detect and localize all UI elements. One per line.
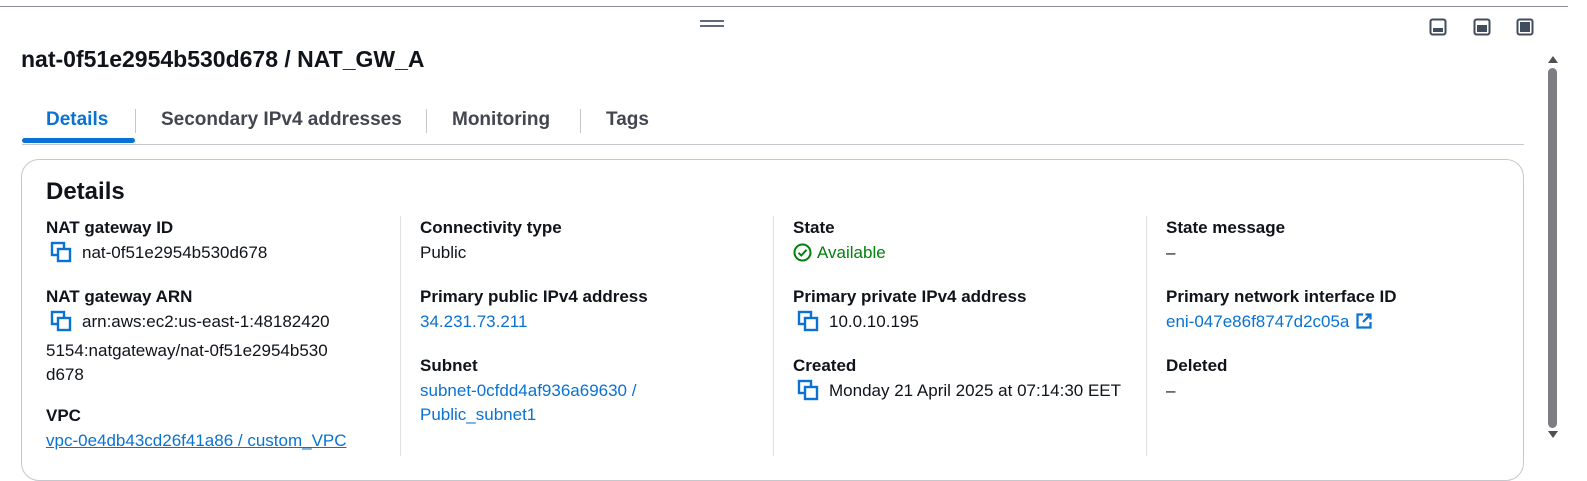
panel-top-border bbox=[0, 6, 1568, 7]
vpc-link[interactable]: vpc-0e4db43cd26f41a86 / custom_VPC bbox=[46, 429, 347, 453]
nat-gateway-arn-label: NAT gateway ARN bbox=[46, 287, 193, 306]
split-bottom-icon[interactable] bbox=[1429, 18, 1447, 36]
subnet-link[interactable]: subnet-0cfdd4af936a69630 / Public_subnet… bbox=[420, 379, 675, 427]
maximize-icon[interactable] bbox=[1516, 18, 1534, 36]
primary-private-ipv4-text: 10.0.10.195 bbox=[829, 312, 919, 331]
vpc-label: VPC bbox=[46, 406, 81, 425]
scrollbar-thumb[interactable] bbox=[1548, 68, 1557, 428]
details-heading: Details bbox=[46, 178, 125, 205]
state-text: Available bbox=[817, 243, 886, 262]
copy-icon[interactable] bbox=[797, 310, 819, 339]
nat-gateway-id-label: NAT gateway ID bbox=[46, 218, 174, 237]
copy-icon[interactable] bbox=[50, 241, 72, 270]
tab-secondary-ipv4[interactable]: Secondary IPv4 addresses bbox=[161, 104, 402, 142]
state-message-label: State message bbox=[1166, 218, 1286, 237]
primary-private-ipv4-label: Primary private IPv4 address bbox=[793, 287, 1027, 306]
drag-handle-icon[interactable] bbox=[700, 20, 724, 30]
panel-title: nat-0f51e2954b530d678 / NAT_GW_A bbox=[21, 46, 425, 72]
status-positive-icon bbox=[793, 243, 812, 269]
state-value: Available bbox=[793, 241, 886, 269]
primary-public-ipv4-link[interactable]: 34.231.73.211 bbox=[420, 310, 527, 334]
state-message-value: – bbox=[1166, 243, 1176, 262]
connectivity-type-label: Connectivity type bbox=[420, 218, 562, 237]
active-tab-indicator bbox=[22, 138, 135, 143]
primary-eni-label: Primary network interface ID bbox=[1166, 287, 1397, 306]
external-link-icon[interactable] bbox=[1355, 312, 1373, 337]
created-value: Monday 21 April 2025 at 07:14:30 EET bbox=[793, 379, 1133, 408]
subnet-label: Subnet bbox=[420, 356, 478, 375]
primary-private-ipv4-value: 10.0.10.195 bbox=[793, 310, 919, 339]
nat-gateway-arn-value: arn:aws:ec2:us-east-1:481824205154:natga… bbox=[46, 310, 336, 387]
primary-eni-value: eni-047e86f8747d2c05a bbox=[1166, 310, 1373, 337]
column-divider bbox=[773, 216, 774, 456]
nat-gateway-id-value: nat-0f51e2954b530d678 bbox=[46, 241, 386, 270]
deleted-value: – bbox=[1166, 381, 1176, 400]
primary-eni-link[interactable]: eni-047e86f8747d2c05a bbox=[1166, 312, 1349, 331]
tab-list: Details Secondary IPv4 addresses Monitor… bbox=[22, 104, 1524, 145]
nat-gateway-id-text: nat-0f51e2954b530d678 bbox=[82, 243, 268, 262]
deleted-label: Deleted bbox=[1166, 356, 1228, 375]
column-divider bbox=[1146, 216, 1147, 456]
tab-tags[interactable]: Tags bbox=[606, 104, 649, 142]
split-side-icon[interactable] bbox=[1473, 18, 1491, 36]
vertical-scrollbar[interactable] bbox=[1544, 42, 1562, 452]
tab-monitoring[interactable]: Monitoring bbox=[452, 104, 550, 142]
primary-public-ipv4-label: Primary public IPv4 address bbox=[420, 287, 648, 306]
created-label: Created bbox=[793, 356, 857, 375]
copy-icon[interactable] bbox=[797, 379, 819, 408]
state-label: State bbox=[793, 218, 835, 237]
tab-separator bbox=[580, 109, 581, 133]
copy-icon[interactable] bbox=[50, 310, 72, 339]
nat-gateway-arn-text: arn:aws:ec2:us-east-1:481824205154:natga… bbox=[46, 312, 330, 384]
scroll-up-icon[interactable] bbox=[1547, 52, 1559, 64]
tab-separator bbox=[426, 109, 427, 133]
tab-details[interactable]: Details bbox=[46, 104, 108, 142]
created-text: Monday 21 April 2025 at 07:14:30 EET bbox=[829, 381, 1122, 400]
connectivity-type-value: Public bbox=[420, 243, 467, 262]
scroll-down-icon[interactable] bbox=[1547, 428, 1559, 440]
column-divider bbox=[400, 216, 401, 456]
tab-separator bbox=[135, 109, 136, 133]
